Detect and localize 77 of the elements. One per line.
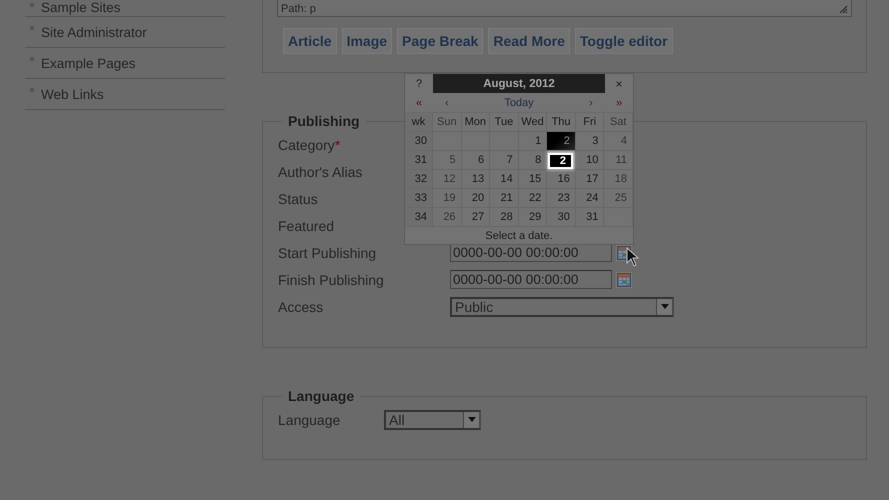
- calendar-day[interactable]: 3: [576, 132, 604, 151]
- field-label: Finish Publishing: [278, 272, 384, 288]
- dropdown-arrow-icon: [468, 417, 476, 422]
- editor-button[interactable]: Toggle editor: [574, 28, 673, 54]
- calendar-day[interactable]: 19: [433, 189, 462, 208]
- date-input-field[interactable]: 0000-00-00 00:00:00: [450, 270, 612, 289]
- help-button[interactable]: ?: [405, 74, 433, 93]
- week-number: 31: [405, 151, 433, 170]
- today-button[interactable]: Today: [461, 96, 577, 108]
- calendar-title: August, 2012: [433, 74, 605, 93]
- calendar-day[interactable]: 15: [518, 170, 548, 189]
- week-number: 32: [405, 170, 433, 189]
- calendar-day[interactable]: 28: [490, 208, 519, 227]
- editor-path-bar: Path: p: [277, 0, 852, 17]
- weekday-header: Sun: [433, 113, 462, 132]
- calendar-day[interactable]: 18: [604, 170, 633, 189]
- section-title: Publishing: [287, 113, 361, 129]
- field-label: Status: [278, 190, 318, 206]
- field-label: Start Publishing: [278, 244, 376, 260]
- sidebar-link[interactable]: Site Administrator: [25, 17, 225, 48]
- field-label: Language: [278, 412, 342, 428]
- calendar-day[interactable]: 20: [462, 189, 490, 208]
- weekday-header: Wed: [518, 113, 548, 132]
- mouse-pointer-icon: [626, 247, 640, 267]
- editor-button[interactable]: Page Break: [397, 28, 484, 54]
- calendar-day[interactable]: 31: [576, 208, 604, 227]
- sidebar-link[interactable]: Example Pages: [25, 48, 225, 79]
- field-label: Featured: [278, 218, 334, 234]
- calendar-day[interactable]: 14: [490, 170, 519, 189]
- calendar-day[interactable]: 24: [576, 189, 604, 208]
- week-number: 34: [405, 208, 433, 227]
- calendar-day[interactable]: 25: [604, 189, 633, 208]
- weekday-header: Sat: [604, 113, 633, 132]
- sidebar-link[interactable]: Web Links: [25, 79, 225, 110]
- calendar-day[interactable]: 16: [547, 170, 576, 189]
- calendar-day[interactable]: 5: [433, 151, 462, 170]
- calendar-day[interactable]: 26: [433, 208, 462, 227]
- month-nav-button[interactable]: «: [405, 96, 433, 108]
- calendar-day[interactable]: 2: [547, 132, 576, 151]
- week-header: wk: [405, 113, 433, 132]
- calendar-day[interactable]: 7: [490, 151, 519, 170]
- editor-button[interactable]: Read More: [488, 28, 570, 54]
- language-dropdown[interactable]: All: [384, 410, 481, 430]
- calendar-day[interactable]: 29: [518, 208, 548, 227]
- section-title: Language: [287, 388, 356, 404]
- weekday-header: Mon: [462, 113, 490, 132]
- calendar-day[interactable]: 23: [547, 189, 576, 208]
- month-nav-button[interactable]: ›: [577, 96, 605, 108]
- field-label: Author's Alias: [278, 164, 362, 180]
- month-nav-button[interactable]: »: [605, 96, 633, 108]
- weekday-header: Fri: [576, 113, 604, 132]
- calendar-day[interactable]: 4: [604, 132, 633, 151]
- editor-button[interactable]: Image: [342, 28, 392, 54]
- weekday-header: Tue: [490, 113, 519, 132]
- editor-button[interactable]: Article: [283, 28, 337, 54]
- calendar-day[interactable]: 22: [518, 189, 548, 208]
- zoom-callout: 2: [548, 153, 573, 169]
- calendar-day[interactable]: 27: [462, 208, 490, 227]
- week-number: 33: [405, 189, 433, 208]
- calendar-day[interactable]: 6: [462, 151, 490, 170]
- sidebar-link[interactable]: Sample Sites: [25, 0, 225, 17]
- calendar-day[interactable]: 11: [604, 151, 633, 170]
- calendar-day[interactable]: 21: [490, 189, 519, 208]
- calendar-day[interactable]: 12: [433, 170, 462, 189]
- field-label: Category*: [278, 136, 340, 152]
- calendar-status: Select a date.: [484, 228, 554, 244]
- access-dropdown[interactable]: Public: [450, 296, 674, 316]
- calendar-day[interactable]: 17: [576, 170, 604, 189]
- close-button[interactable]: ×: [605, 74, 633, 93]
- month-nav-button[interactable]: ‹: [433, 96, 461, 108]
- calendar-day[interactable]: 30: [547, 208, 576, 227]
- week-number: 30: [405, 132, 433, 151]
- dropdown-arrow-icon: [660, 304, 668, 309]
- calendar-day[interactable]: 13: [462, 170, 490, 189]
- resize-grip-icon[interactable]: [839, 5, 848, 14]
- field-label: Access: [278, 298, 324, 314]
- calendar-day[interactable]: 10: [576, 151, 604, 170]
